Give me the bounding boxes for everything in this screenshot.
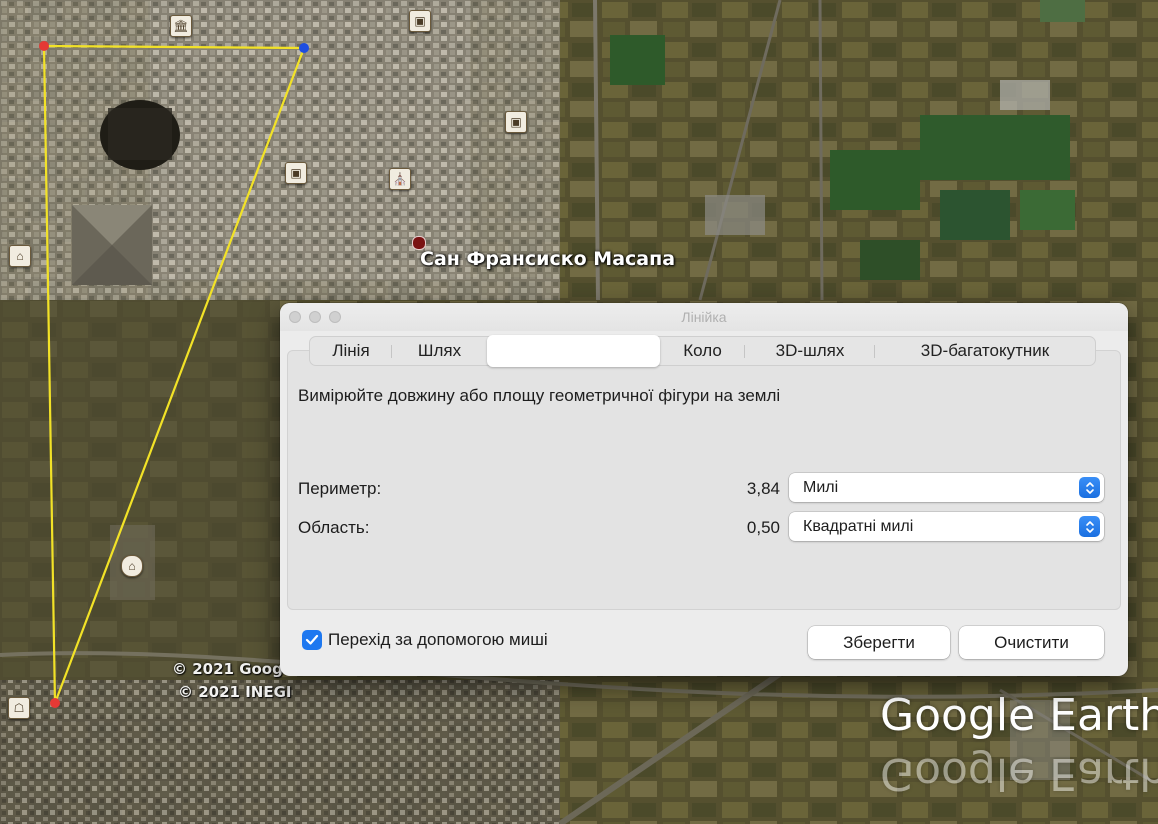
perimeter-label: Периметр: — [298, 479, 382, 498]
place-label[interactable]: Сан Франсиско Масапа — [420, 248, 675, 270]
area-label: Область: — [298, 518, 370, 537]
tab-3d-path[interactable]: 3D-шлях — [745, 337, 875, 365]
hotel-icon[interactable]: ☖ — [8, 697, 30, 719]
tab-bar: Лінія Шлях Коло 3D-шлях 3D-багатокутник — [309, 334, 1096, 367]
landmark-icon[interactable]: ▣ — [285, 162, 307, 184]
save-button[interactable]: Зберегти — [808, 626, 950, 659]
tab-path[interactable]: Шлях — [392, 337, 487, 365]
tab-3d-polygon[interactable]: 3D-багатокутник — [875, 337, 1095, 365]
google-earth-logo: Google Earth — [880, 690, 1158, 741]
area-unit-select[interactable]: Квадратні милі — [789, 512, 1104, 541]
chevron-up-down-icon — [1079, 516, 1100, 537]
tab-circle[interactable]: Коло — [660, 337, 745, 365]
description-text: Вимірюйте довжину або площу геометричної… — [298, 386, 781, 405]
ruins-icon[interactable]: ⌂ — [121, 555, 143, 577]
chevron-up-down-icon — [1079, 477, 1100, 498]
google-earth-logo-reflection: Google Earth — [880, 748, 1158, 799]
area-value: 0,50 — [746, 518, 780, 537]
copyright-inegi: © 2021 INEGI — [178, 683, 292, 701]
perimeter-value: 3,84 — [746, 479, 780, 498]
perimeter-unit-value: Милі — [803, 478, 839, 496]
area-unit-value: Квадратні милі — [803, 517, 914, 535]
ruler-dialog: Лінійка Лінія Шлях Коло 3D-шлях 3D-багат… — [280, 303, 1128, 676]
checkmark-icon — [305, 634, 319, 645]
church-icon[interactable]: ⛪ — [389, 168, 411, 190]
perimeter-unit-select[interactable]: Милі — [789, 473, 1104, 502]
vertex-point-active[interactable] — [299, 43, 309, 53]
title-bar[interactable]: Лінійка — [280, 303, 1128, 331]
vertex-point[interactable] — [50, 698, 60, 708]
ruins-icon[interactable]: ⌂ — [9, 245, 31, 267]
landmark-icon[interactable]: ▣ — [409, 10, 431, 32]
vertex-point[interactable] — [39, 41, 49, 51]
museum-icon[interactable]: 🏛 — [170, 15, 192, 37]
landmark-icon[interactable]: ▣ — [505, 111, 527, 133]
mouse-navigation-label[interactable]: Перехід за допомогою миші — [328, 630, 548, 650]
mouse-navigation-checkbox[interactable] — [302, 630, 322, 650]
tab-line[interactable]: Лінія — [310, 337, 392, 365]
clear-button[interactable]: Очистити — [959, 626, 1104, 659]
mouse-navigation-option[interactable]: Перехід за допомогою миші — [302, 630, 548, 650]
tab-polygon[interactable] — [487, 334, 660, 367]
window-title: Лінійка — [681, 309, 727, 325]
copyright-google: © 2021 Goog — [172, 660, 283, 678]
